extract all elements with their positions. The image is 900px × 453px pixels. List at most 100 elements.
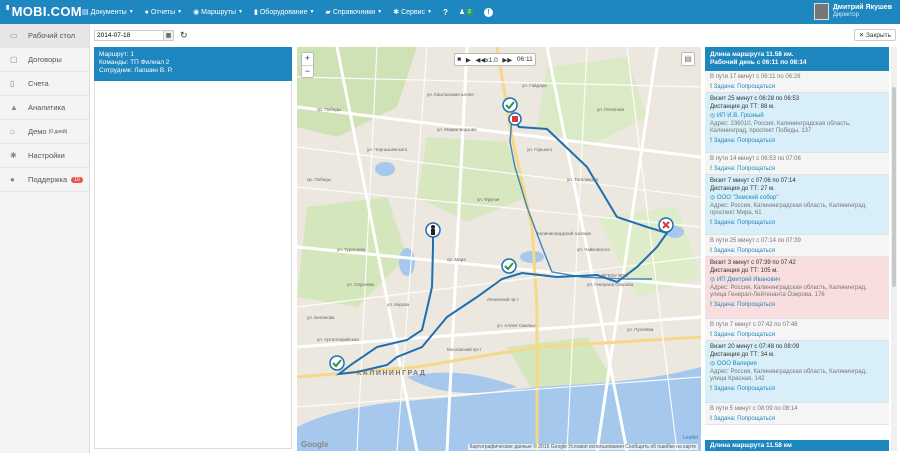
organization-link[interactable]: ◎ ИП Дмитрий Иванович [710,277,884,285]
visit-item[interactable]: Визит 7 минут с 07:06 по 07:14 Дистанция… [705,175,889,235]
task-link[interactable]: ! Задача: Попрощаться [710,332,884,340]
map-label: ул. Чернышевского [367,147,408,152]
folder-icon: ▢ [10,55,18,64]
organization-link[interactable]: ◎ ИП И.В. Грозный [710,113,884,121]
timeline-header: Длина маршрута 11.58 км. Рабочий день с … [705,47,889,71]
park-area [297,47,417,137]
travel-item[interactable]: В пути 17 минут с 06:11 по 06:28 ! Задач… [705,71,889,93]
menu-reports[interactable]: ● Отчеты ▼ [145,9,182,16]
leaflet-link[interactable]: Leaflet [683,435,698,441]
task-link[interactable]: ! Задача: Попрощаться [710,416,884,424]
menu-service[interactable]: ✱ Сервис ▼ [393,8,432,17]
route-map[interactable]: ул. Гайдара ул. Марии Борзова Калинингра… [297,47,701,451]
refresh-icon[interactable]: ↻ [180,30,188,41]
visit-current-marker[interactable] [508,112,522,126]
visit-failed-marker[interactable] [658,217,674,233]
map-label: пр. Победы [307,177,331,182]
task-link[interactable]: ! Задача: Попрощаться [710,138,884,146]
date-input[interactable] [94,29,164,41]
close-button[interactable]: ✕ Закрыть [853,29,896,41]
caret-down-icon: ▼ [128,9,134,15]
visit-item[interactable]: Визит 20 минут с 07:48 по 08:09 Дистанци… [705,341,889,403]
sidebar-item-invoices[interactable]: ▯ Счета [0,72,89,96]
chart-icon: ▲ [10,103,18,112]
visit-item-warning[interactable]: Визит 3 минут с 07:39 по 07:42 Дистанция… [705,257,889,319]
menu-routes[interactable]: ◉ Маршруты ▼ [193,8,243,17]
users-button[interactable]: ♟ 2 [459,8,473,16]
task-link[interactable]: ! Задача: Попрощаться [710,84,884,92]
lake [399,248,415,276]
map-label: пр. Мира [447,257,466,262]
task-link[interactable]: ! Задача: Попрощаться [710,386,884,394]
sidebar-item-settings[interactable]: ✱ Настройки [0,144,89,168]
calendar-icon[interactable]: ▦ [164,29,174,41]
map-label: ул. Горького [527,147,553,152]
map-label: ул. Марии Борзова [437,127,477,132]
visit-ok-marker[interactable] [329,355,345,371]
desktop-icon: ▭ [10,31,18,40]
organization-link[interactable]: ◎ ООО Валерия [710,361,884,369]
scrollbar-thumb[interactable] [892,87,896,287]
play-icon[interactable]: ▶ [466,56,471,64]
task-link[interactable]: ! Задача: Попрощаться [710,166,884,174]
zoom-in-button[interactable]: + [302,53,313,65]
route-player: ■ ▶ ◀◀x1.0 ▶▶ 06:11 [454,53,536,66]
menu-documents[interactable]: ▤ Документы ▼ [82,8,134,17]
sidebar-item-contracts[interactable]: ▢ Договоры [0,48,89,72]
timeline-scrollbar[interactable] [891,47,897,451]
lake [375,162,395,176]
task-link[interactable]: ! Задача: Попрощаться [710,248,884,256]
travel-item[interactable]: В пути 25 минут с 07:14 по 07:39 ! Задач… [705,235,889,257]
menu-equipment[interactable]: ▮ Оборудование ▼ [254,8,314,17]
user-name: Дмитрий Якушев [832,4,892,11]
close-icon: ✕ [858,32,866,39]
support-badge: 10 [71,176,83,183]
fast-forward-icon[interactable]: ▶▶ [502,56,512,64]
city-label: КАЛИНИНГРАД [357,370,427,377]
zoom-out-button[interactable]: − [302,65,313,77]
app-logo[interactable]: ▮ MOBI.COM [6,4,82,19]
location-icon: ◎ [710,113,716,119]
comments-icon: ● [10,175,15,184]
route-number: Маршрут: 1 [99,51,134,58]
map-label: ул. Толстикова [567,177,598,182]
speed-control[interactable]: ◀◀x1.0 [475,56,497,64]
visit-item[interactable]: Визит 25 минут с 06:28 по 06:53 Дистанци… [705,93,889,153]
route-timeline: Длина маршрута 11.58 км. Рабочий день с … [705,47,889,451]
location-icon: ◎ [710,195,716,201]
users-badge: 2 [466,9,473,15]
visit-ok-marker[interactable] [502,97,518,113]
travel-item[interactable]: В пути 7 минут с 07:42 по 07:48 ! Задача… [705,319,889,341]
travel-item[interactable]: В пути 5 минут с 08:09 по 08:14 ! Задача… [705,403,889,425]
sidebar-item-analytics[interactable]: ▲ Аналитика [0,96,89,120]
settings-icon: ✱ [10,151,17,160]
user-menu[interactable]: Дмитрий Якушев Директор [813,3,892,20]
map-label: ул. Гайдара [522,83,547,88]
location-icon: ◎ [710,361,716,367]
sidebar-item-support[interactable]: ● Поддержка 10 [0,168,89,192]
route-info-selected[interactable]: Маршрут: 1 Команды: ТП Филиал 2 Сотрудни… [94,47,292,81]
sidebar-item-desktop[interactable]: ▭ Рабочий стол [0,24,89,48]
gear-icon: ✱ [393,9,400,16]
stop-icon[interactable]: ■ [457,56,461,63]
menu-references[interactable]: ▰ Справочники ▼ [325,8,382,17]
employee-position-marker[interactable] [425,222,441,238]
user-role: Директор [832,12,859,18]
map-copyright: Картографические данные © 2015 Google Ус… [467,444,698,450]
map-label: ул. Аллея Смелых [497,323,536,328]
park-area [417,137,527,222]
map-label: ул. Сергеева [347,282,374,287]
help-icon[interactable]: ? [443,8,448,17]
layers-icon[interactable]: ▤ [681,52,695,66]
mobile-icon: ▮ [254,9,258,16]
organization-link[interactable]: ◎ ООО "Земский собор" [710,195,884,203]
visit-ok-marker[interactable] [501,258,517,274]
info-icon[interactable]: ! [483,7,493,17]
travel-item[interactable]: В пути 14 минут с 06:53 по 07:06 ! Задач… [705,153,889,175]
book-icon: ▰ [325,9,331,16]
map-label: ул. Кирова [387,302,410,307]
task-link[interactable]: ! Задача: Попрощаться [710,302,884,310]
caret-down-icon: ▼ [238,9,243,15]
sidebar-item-demo[interactable]: ⌂ Демо (0 дней) [0,120,89,144]
task-link[interactable]: ! Задача: Попрощаться [710,220,884,228]
